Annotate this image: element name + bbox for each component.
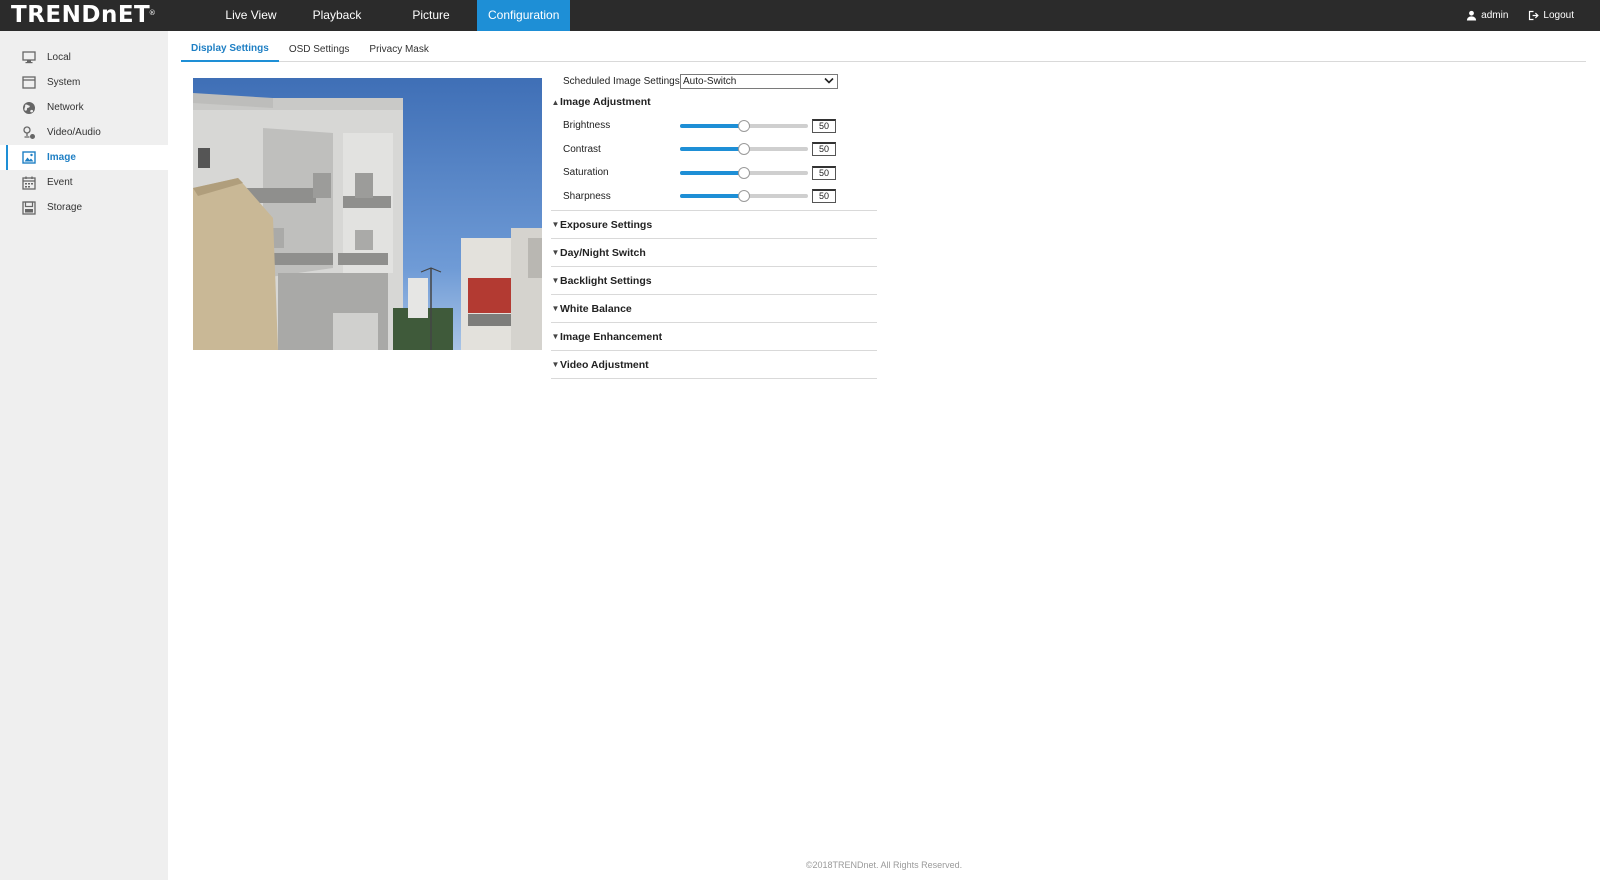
- trendnet-logo: TRENDnET ®: [11, 2, 157, 28]
- section-title: Video Adjustment: [560, 358, 649, 371]
- sidebar-item-storage[interactable]: Storage: [0, 195, 168, 220]
- slider-handle[interactable]: [738, 119, 750, 132]
- slider-label: Saturation: [563, 167, 609, 179]
- camera-preview-image: [193, 78, 542, 350]
- section-white-balance[interactable]: ▼ White Balance: [551, 295, 877, 323]
- scheduled-image-settings-row: Scheduled Image Settings Auto-Switch: [551, 72, 877, 90]
- tab-osd-settings[interactable]: OSD Settings: [279, 40, 360, 62]
- sidebar-item-label: Storage: [47, 202, 83, 213]
- user-icon: [1467, 10, 1477, 21]
- section-title: Image Enhancement: [560, 330, 663, 343]
- sidebar-item-label: Network: [47, 102, 84, 113]
- chevron-down-icon: ▼: [551, 248, 560, 257]
- sidebar-item-label: Event: [47, 177, 73, 188]
- section-image-adjustment[interactable]: ▲ Image Adjustment: [551, 90, 877, 114]
- slider-fill: [680, 170, 744, 175]
- sidebar-item-network[interactable]: Network: [0, 95, 168, 120]
- chevron-down-icon: ▼: [551, 304, 560, 313]
- sidebar-item-label: Local: [47, 52, 71, 63]
- monitor-icon: [22, 51, 36, 65]
- logout-label: Logout: [1543, 10, 1574, 21]
- slider-fill: [680, 147, 744, 152]
- section-image-enhancement[interactable]: ▼ Image Enhancement: [551, 323, 877, 351]
- chevron-down-icon: [824, 77, 834, 84]
- nav-configuration[interactable]: Configuration: [477, 0, 570, 31]
- chevron-down-icon: ▼: [551, 276, 560, 285]
- section-backlight-settings[interactable]: ▼ Backlight Settings: [551, 267, 877, 295]
- section-day-night-switch[interactable]: ▼ Day/Night Switch: [551, 239, 877, 267]
- section-title: Exposure Settings: [560, 218, 653, 231]
- sidebar-item-video-audio[interactable]: Video/Audio: [0, 120, 168, 145]
- sidebar-item-local[interactable]: Local: [0, 45, 168, 70]
- slider-handle[interactable]: [738, 190, 750, 203]
- brightness-slider[interactable]: [680, 119, 808, 132]
- camera-preview: [193, 78, 542, 350]
- image-icon: [22, 151, 36, 165]
- logout-icon: [1529, 10, 1540, 21]
- display-settings-panel: Scheduled Image Settings Auto-Switch ▲ I…: [551, 72, 877, 379]
- tab-display-settings[interactable]: Display Settings: [181, 40, 279, 62]
- scheduled-image-settings-value: Auto-Switch: [683, 75, 737, 87]
- sidebar-item-image[interactable]: Image: [0, 145, 168, 170]
- slider-handle[interactable]: [738, 143, 750, 156]
- calendar-icon: [22, 176, 36, 190]
- sidebar: Local System Network Video/Audio Image E…: [0, 31, 168, 880]
- section-title: Image Adjustment: [560, 96, 651, 108]
- sidebar-item-label: Video/Audio: [47, 127, 101, 138]
- contrast-slider[interactable]: [680, 143, 808, 156]
- scheduled-image-settings-label: Scheduled Image Settings: [563, 75, 680, 87]
- logout-button[interactable]: Logout: [1528, 10, 1574, 21]
- sharpness-value-input[interactable]: 50: [812, 189, 836, 204]
- slider-row-brightness: Brightness 50: [551, 114, 877, 138]
- chevron-down-icon: ▼: [551, 220, 560, 229]
- video-audio-icon: [22, 125, 36, 140]
- section-exposure-settings[interactable]: ▼ Exposure Settings: [551, 211, 877, 239]
- contrast-value-input[interactable]: 50: [812, 142, 836, 157]
- brightness-value-input[interactable]: 50: [812, 118, 836, 133]
- saturation-slider[interactable]: [680, 166, 808, 179]
- storage-icon: [22, 200, 36, 215]
- saturation-value-input[interactable]: 50: [812, 165, 836, 180]
- top-navigation-bar: TRENDnET ® Live View Playback Picture Con…: [0, 0, 1600, 31]
- tab-privacy-mask[interactable]: Privacy Mask: [359, 40, 438, 62]
- section-title: Backlight Settings: [560, 274, 652, 287]
- sharpness-slider[interactable]: [680, 190, 808, 203]
- slider-label: Contrast: [563, 143, 601, 155]
- system-icon: [22, 76, 36, 90]
- slider-row-saturation: Saturation 50: [551, 161, 877, 185]
- chevron-down-icon: ▼: [551, 332, 560, 341]
- user-account[interactable]: admin: [1466, 10, 1508, 21]
- subtab-bar: Display Settings OSD Settings Privacy Ma…: [181, 40, 1586, 62]
- sidebar-item-event[interactable]: Event: [0, 170, 168, 195]
- slider-handle[interactable]: [738, 166, 750, 179]
- section-title: White Balance: [560, 302, 632, 315]
- sidebar-item-system[interactable]: System: [0, 70, 168, 95]
- globe-icon: [22, 101, 36, 115]
- main-nav: Live View Playback Picture Configuration: [213, 0, 570, 31]
- nav-live-view[interactable]: Live View: [213, 0, 289, 31]
- nav-playback[interactable]: Playback: [289, 0, 385, 31]
- username: admin: [1481, 10, 1509, 21]
- section-title: Day/Night Switch: [560, 246, 646, 259]
- scheduled-image-settings-select[interactable]: Auto-Switch: [680, 73, 838, 89]
- user-area: admin Logout: [1446, 0, 1574, 31]
- slider-label: Brightness: [563, 120, 611, 132]
- footer-copyright: ©2018TRENDnet. All Rights Reserved.: [805, 860, 963, 870]
- nav-picture[interactable]: Picture: [385, 0, 477, 31]
- chevron-down-icon: ▼: [551, 360, 560, 369]
- image-adjustment-sliders: Brightness 50 Contrast 50 Saturation 50 …: [551, 114, 877, 211]
- sidebar-item-label: Image: [47, 152, 76, 163]
- chevron-up-icon: ▲: [551, 97, 560, 107]
- slider-fill: [680, 123, 744, 128]
- slider-fill: [680, 194, 744, 199]
- slider-row-sharpness: Sharpness 50: [551, 185, 877, 209]
- sidebar-item-label: System: [47, 77, 81, 88]
- slider-row-contrast: Contrast 50: [551, 138, 877, 162]
- slider-label: Sharpness: [563, 190, 611, 202]
- section-video-adjustment[interactable]: ▼ Video Adjustment: [551, 351, 877, 379]
